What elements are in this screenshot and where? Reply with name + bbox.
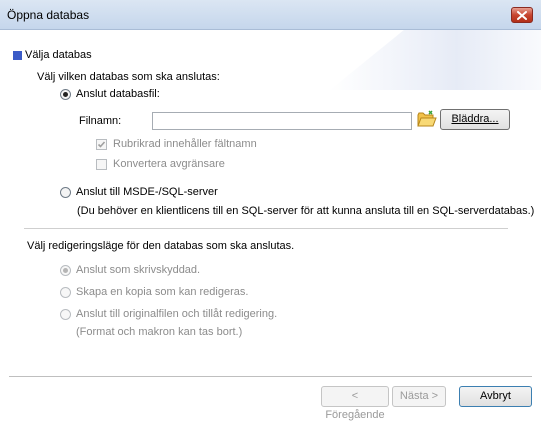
next-button[interactable]: Nästa > xyxy=(392,386,446,407)
section-heading: Välja databas xyxy=(25,49,92,61)
radio-editable-copy[interactable] xyxy=(60,287,71,298)
checkmark-icon xyxy=(97,141,106,148)
radio-edit-original[interactable] xyxy=(60,309,71,320)
folder-icon[interactable] xyxy=(417,110,437,128)
checkbox-header-row-label: Rubrikrad innehåller fältnamn xyxy=(113,138,257,150)
close-icon xyxy=(517,11,527,20)
radio-connect-server[interactable] xyxy=(60,187,71,198)
radio-read-only[interactable] xyxy=(60,265,71,276)
server-license-note: (Du behöver en klientlicens till en SQL-… xyxy=(77,205,535,217)
divider xyxy=(24,228,508,229)
section-marker-icon xyxy=(13,51,22,60)
footer-divider xyxy=(9,376,532,377)
radio-edit-original-label: Anslut till originalfilen och tillåt red… xyxy=(76,308,278,320)
next-button-label: Nästa > xyxy=(399,390,439,402)
edit-original-note: (Format och makron kan tas bort.) xyxy=(76,326,243,338)
browse-button-label: Bläddra... xyxy=(451,113,499,125)
checkbox-convert-delimiter-label: Konvertera avgränsare xyxy=(113,158,225,170)
window-title: Öppna databas xyxy=(7,8,90,22)
radio-read-only-label: Anslut som skrivskyddad. xyxy=(76,264,201,276)
edit-mode-prompt: Välj redigeringsläge för den databas som… xyxy=(27,240,295,252)
title-bar[interactable]: Öppna databas xyxy=(0,0,541,30)
radio-connect-server-label: Anslut till MSDE-/SQL-server xyxy=(76,186,218,198)
radio-connect-file[interactable] xyxy=(60,89,71,100)
header-banner xyxy=(330,30,541,90)
browse-button[interactable]: Bläddra... xyxy=(440,109,510,130)
radio-connect-file-label: Anslut databasfil: xyxy=(76,88,160,100)
database-prompt: Välj vilken databas som ska anslutas: xyxy=(37,71,220,83)
cancel-button[interactable]: Avbryt xyxy=(459,386,532,407)
radio-editable-copy-label: Skapa en kopia som kan redigeras. xyxy=(76,286,249,298)
filename-label: Filnamn: xyxy=(79,115,122,127)
back-button[interactable]: < Föregående xyxy=(321,386,389,421)
checkbox-convert-delimiter[interactable] xyxy=(96,159,107,170)
filename-input[interactable] xyxy=(152,112,412,130)
checkbox-header-row[interactable] xyxy=(96,139,107,150)
cancel-button-label: Avbryt xyxy=(480,390,511,402)
dialog-body: Välja databas Välj vilken databas som sk… xyxy=(0,30,541,421)
close-button[interactable] xyxy=(511,7,533,23)
back-button-label: < Föregående xyxy=(325,390,385,421)
